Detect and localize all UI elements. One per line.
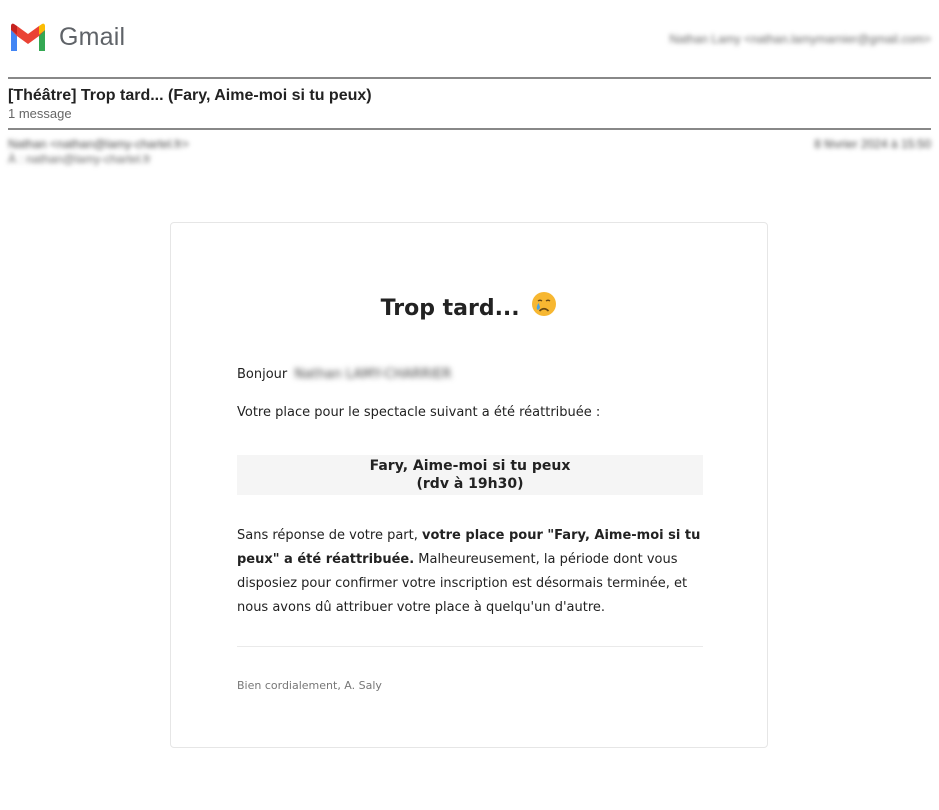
show-name: Fary, Aime-moi si tu peux: [369, 458, 571, 474]
recipient: À : nathan@lamy-chartel.fr: [8, 152, 151, 166]
show-time: (rdv à 19h30): [416, 476, 524, 492]
message-count: 1 message: [8, 106, 72, 121]
intro-text: Votre place pour le spectacle suivant a …: [237, 405, 601, 420]
crying-face-icon: [531, 291, 557, 323]
show-box: Fary, Aime-moi si tu peux (rdv à 19h30): [237, 455, 703, 495]
gmail-header: Gmail Nathan Lamy <nathan.lamymarnier@gm…: [8, 20, 931, 56]
greeting: Bonjour Nathan LAMY-CHARRIER: [237, 367, 451, 382]
thread-subject: [Théâtre] Trop tard... (Fary, Aime-moi s…: [8, 87, 372, 104]
greeting-text: Bonjour: [237, 367, 288, 382]
gmail-wordmark: Gmail: [59, 22, 126, 51]
email-title: Trop tard...: [171, 291, 767, 325]
message-date: 8 février 2024 à 15:50: [814, 137, 931, 151]
email-title-text: Trop tard...: [380, 296, 520, 321]
account-email: Nathan Lamy <nathan.lamymarnier@gmail.co…: [669, 32, 931, 46]
signature: Bien cordialement, A. Saly: [237, 679, 382, 692]
recipient-name: Nathan LAMY-CHARRIER: [294, 367, 452, 382]
subject-divider: [8, 128, 931, 130]
body-prefix: Sans réponse de votre part,: [237, 528, 423, 543]
gmail-logo[interactable]: Gmail: [8, 22, 125, 52]
header-divider: [8, 77, 931, 79]
body-paragraph: Sans réponse de votre part, votre place …: [237, 524, 703, 620]
signature-divider: [237, 646, 703, 647]
email-card: Trop tard... Bonjour Nathan LAMY-CHARRIE…: [170, 222, 768, 748]
sender: Nathan <nathan@lamy-chartel.fr>: [8, 137, 189, 151]
gmail-m-icon: [11, 23, 45, 51]
